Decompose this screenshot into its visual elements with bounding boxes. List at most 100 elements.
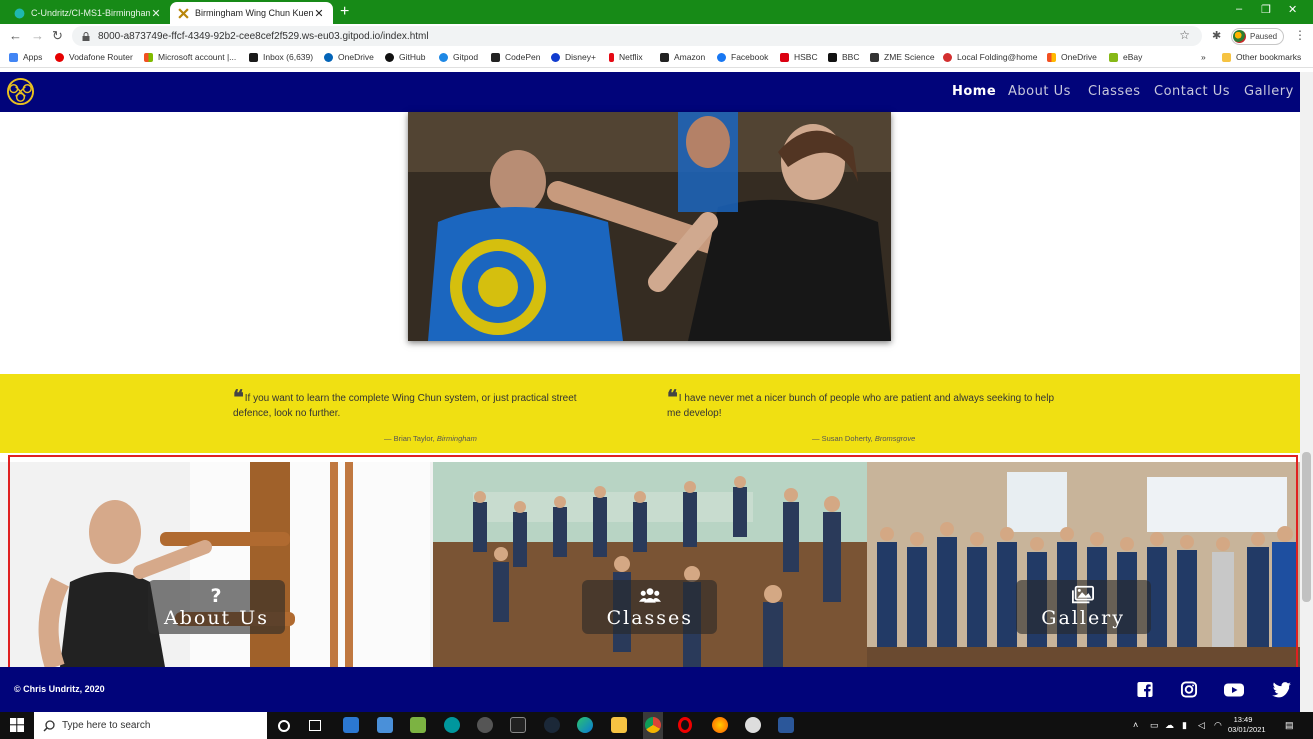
volume-muted-icon[interactable]: ◁	[1198, 720, 1205, 731]
bookmark-onedrive-2[interactable]: OneDrive	[1047, 52, 1097, 62]
tab-close-icon[interactable]: ✕	[313, 7, 325, 20]
wing-chun-logo-icon[interactable]	[6, 77, 35, 106]
tab-github-repo[interactable]: C-Undritz/CI-MS1-Birmingham-W ✕	[6, 2, 170, 24]
arduino-icon[interactable]	[444, 717, 460, 733]
nav-classes[interactable]: Classes	[1088, 84, 1140, 99]
nav-home[interactable]: Home	[952, 84, 996, 99]
quote-icon: ❝	[667, 385, 678, 409]
microsoft-store-icon[interactable]	[343, 717, 359, 733]
gitpod-icon	[439, 52, 448, 62]
page-scrollbar[interactable]	[1300, 72, 1313, 712]
bookmark-facebook[interactable]: Facebook	[717, 52, 768, 62]
media-app-icon[interactable]	[477, 717, 493, 733]
tab-title: C-Undritz/CI-MS1-Birmingham-W	[31, 8, 150, 18]
forward-arrow-icon[interactable]: →	[31, 28, 44, 43]
search-placeholder: Type here to search	[62, 720, 151, 731]
bookmark-github[interactable]: GitHub	[385, 52, 425, 62]
epic-games-icon[interactable]	[510, 717, 526, 733]
cortana-icon[interactable]	[278, 720, 290, 732]
restore-button[interactable]: ❐	[1261, 3, 1271, 16]
chrome-icon[interactable]	[645, 717, 661, 733]
scrollbar-thumb[interactable]	[1302, 452, 1311, 602]
bookmark-ebay[interactable]: eBay	[1109, 52, 1142, 62]
new-tab-button[interactable]: +	[340, 3, 349, 21]
bookmarks-overflow-button[interactable]: »	[1201, 52, 1206, 62]
avatar	[1233, 30, 1246, 43]
testimonials-section: ❝If you want to learn the complete Wing …	[0, 374, 1300, 453]
bookmark-microsoft[interactable]: Microsoft account |...	[144, 52, 236, 62]
bookmark-vodafone[interactable]: Vodafone Router	[55, 52, 133, 62]
notifications-icon[interactable]: ▤	[1285, 720, 1294, 731]
word-icon[interactable]	[778, 717, 794, 733]
testimonial-quote: ❝If you want to learn the complete Wing …	[233, 385, 577, 419]
ebay-bag-icon	[1109, 52, 1118, 62]
bookmark-onedrive[interactable]: OneDrive	[324, 52, 374, 62]
nav-gallery[interactable]: Gallery	[1244, 84, 1294, 99]
bookmark-zme-science[interactable]: ZME Science	[870, 52, 935, 62]
firefox-icon[interactable]	[712, 717, 728, 733]
wifi-icon[interactable]: ◠	[1214, 720, 1222, 731]
youtube-icon[interactable]	[1224, 681, 1244, 698]
training-photo-illustration	[408, 112, 891, 341]
other-bookmarks[interactable]: Other bookmarks	[1222, 52, 1301, 62]
back-arrow-icon[interactable]: ←	[9, 28, 22, 43]
taskbar-search[interactable]: Type here to search	[34, 712, 267, 739]
browser-tab-strip: C-Undritz/CI-MS1-Birmingham-W ✕ Birmingh…	[0, 0, 1313, 24]
bookmark-codepen[interactable]: CodePen	[491, 52, 540, 62]
notepad-icon[interactable]	[377, 717, 393, 733]
bookmark-netflix[interactable]: Netflix	[609, 52, 643, 62]
url-text: 8000-a873749e-ffcf-4349-92b2-cee8cef2f52…	[98, 30, 429, 42]
settings-app-icon[interactable]	[745, 717, 761, 733]
bookmark-bbc[interactable]: BBC	[828, 52, 859, 62]
bookmark-gitpod[interactable]: Gitpod	[439, 52, 478, 62]
twitter-icon[interactable]	[1272, 681, 1291, 698]
onedrive-cloud-icon	[324, 52, 333, 62]
profile-button[interactable]: Paused	[1231, 28, 1284, 45]
wing-chun-favicon-icon	[178, 7, 189, 19]
instagram-icon[interactable]	[1180, 681, 1198, 698]
nav-about-us[interactable]: About Us	[1008, 84, 1071, 99]
file-explorer-icon[interactable]	[611, 717, 627, 733]
github-favicon-icon	[14, 8, 25, 18]
bookmark-inbox[interactable]: Inbox (6,639)	[249, 52, 313, 62]
windows-start-icon[interactable]	[10, 718, 24, 732]
close-window-button[interactable]: ✕	[1288, 3, 1297, 16]
lock-icon	[82, 31, 90, 41]
battery-icon[interactable]: ▮	[1182, 720, 1187, 731]
tray-chevron-icon[interactable]: ˄	[1133, 720, 1138, 730]
onedrive-tray-icon[interactable]: ☁	[1165, 720, 1174, 731]
quote-icon: ❝	[233, 385, 244, 409]
opera-icon[interactable]	[678, 717, 692, 733]
nav-contact-us[interactable]: Contact Us	[1154, 84, 1230, 99]
steam-icon[interactable]	[544, 717, 560, 733]
minimize-button[interactable]: –	[1236, 3, 1242, 15]
browser-toolbar: ← → ↻ 8000-a873749e-ffcf-4349-92b2-cee8c…	[0, 24, 1313, 48]
site-navbar: Home About Us Classes Contact Us Gallery	[0, 72, 1300, 112]
address-bar[interactable]: 8000-a873749e-ffcf-4349-92b2-cee8cef2f52…	[72, 26, 1202, 46]
microsoft-icon	[144, 52, 153, 62]
chrome-menu-icon[interactable]: ⋮	[1294, 28, 1306, 42]
bookmark-hsbc[interactable]: HSBC	[780, 52, 818, 62]
tab-close-icon[interactable]: ✕	[150, 7, 162, 20]
sticky-notes-icon[interactable]	[410, 717, 426, 733]
task-view-icon[interactable]	[309, 720, 321, 731]
facebook-icon	[717, 52, 726, 62]
reload-icon[interactable]: ↻	[52, 28, 63, 44]
tray-device-icon[interactable]: ▭	[1150, 720, 1159, 731]
edge-icon[interactable]	[577, 717, 593, 733]
testimonial-author: — Brian Taylor, Birmingham	[384, 434, 477, 443]
bookmark-folding-at-home[interactable]: Local Folding@home	[943, 52, 1037, 62]
facebook-icon[interactable]	[1136, 681, 1154, 698]
site-footer: © Chris Undritz, 2020	[0, 667, 1300, 712]
system-clock[interactable]: 13:49 03/01/2021	[1228, 715, 1266, 735]
windows-taskbar: Type here to search ˄ ▭ ☁ ▮ ◁ ◠ 13:49 03…	[0, 712, 1313, 739]
hsbc-icon	[780, 52, 789, 62]
bookmark-star-icon[interactable]: ☆	[1179, 28, 1190, 42]
bookmark-apps[interactable]: Apps	[9, 52, 42, 62]
bbc-icon	[828, 52, 837, 62]
tab-birmingham-wing-chun[interactable]: Birmingham Wing Chun Kuen ✕	[170, 2, 333, 24]
bookmark-amazon[interactable]: Amazon	[660, 52, 705, 62]
extensions-puzzle-icon[interactable]: ✱	[1212, 29, 1221, 42]
bookmark-disney[interactable]: Disney+	[551, 52, 596, 62]
sky-mail-icon	[249, 52, 258, 62]
